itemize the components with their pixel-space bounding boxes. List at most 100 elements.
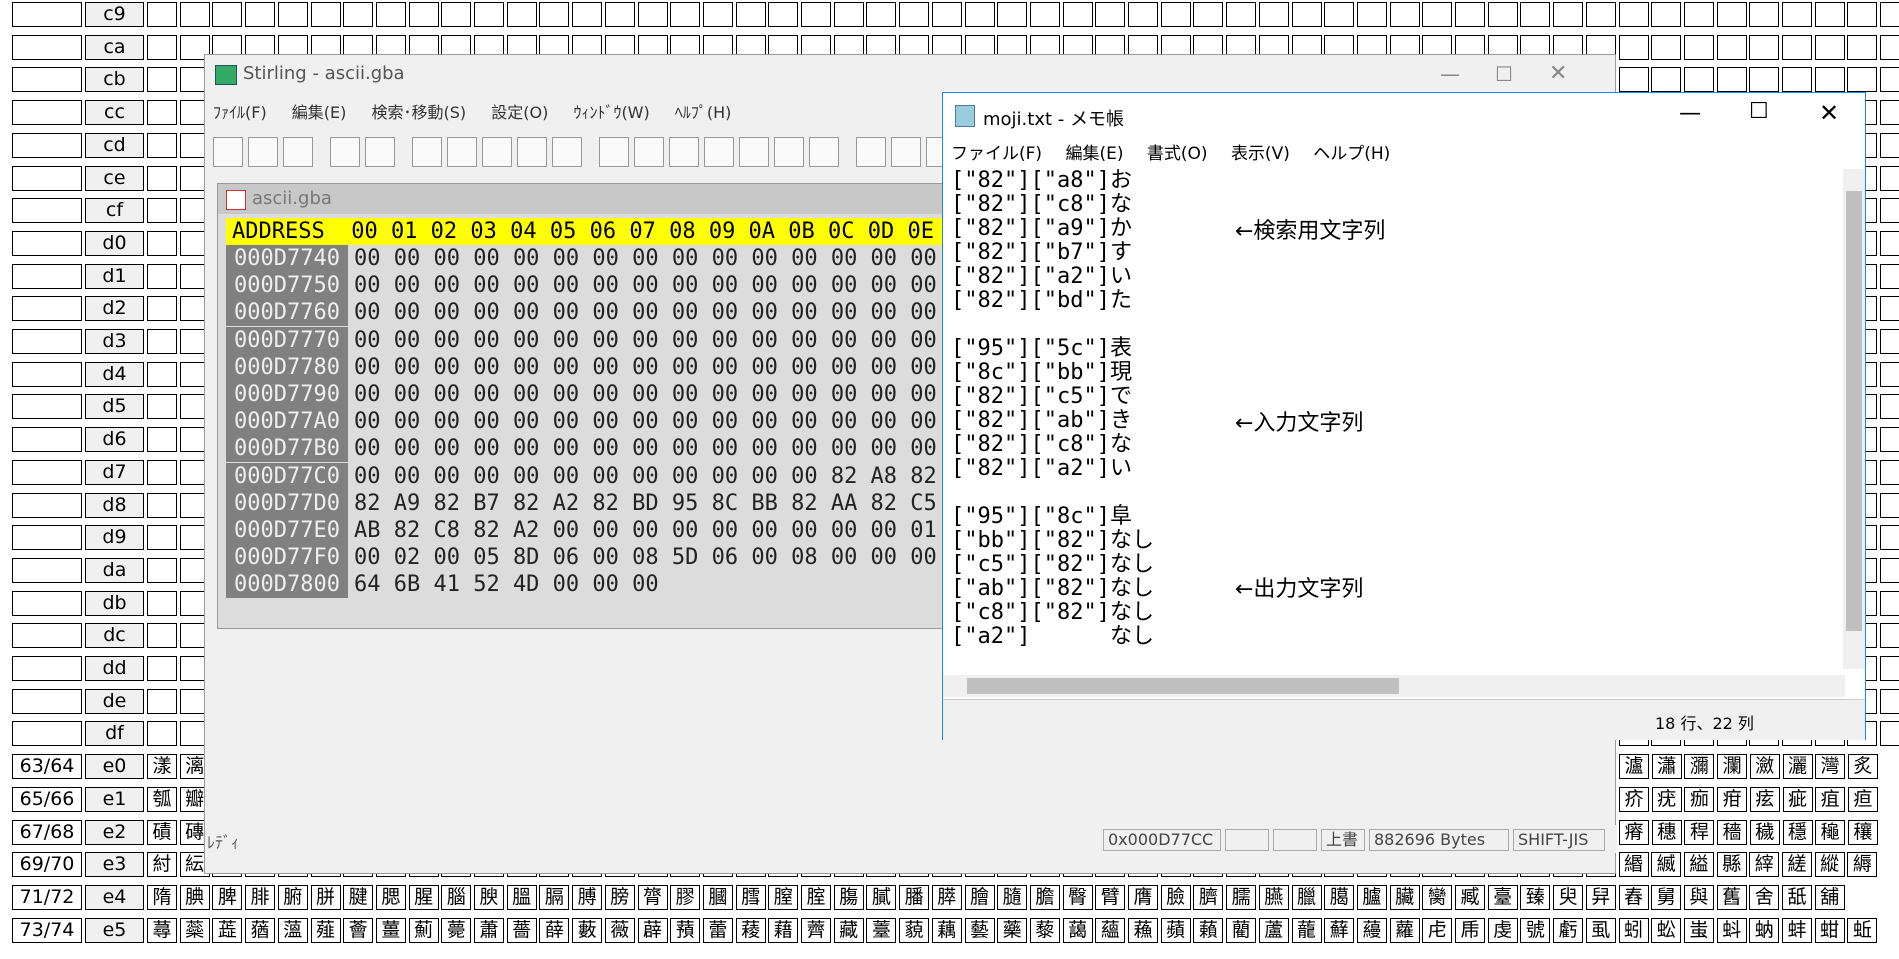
menu-window[interactable]: ｳｨﾝﾄﾞｳ(W) bbox=[573, 103, 649, 122]
redo-icon[interactable] bbox=[365, 137, 395, 167]
kanji-cell: 胼 bbox=[310, 884, 341, 910]
row-code-cell: dc bbox=[85, 623, 144, 649]
np-menu-file[interactable]: ファイル(F) bbox=[951, 144, 1042, 164]
jump-down-icon[interactable] bbox=[891, 137, 921, 167]
hex-bytes[interactable]: 00 00 00 00 00 00 00 00 00 00 00 00 00 0… bbox=[354, 408, 977, 435]
kanji-cell: 號 bbox=[1520, 917, 1551, 943]
delete-icon[interactable] bbox=[517, 137, 547, 167]
np-menu-help[interactable]: ヘルプ(H) bbox=[1313, 144, 1390, 164]
hex-bytes[interactable]: 00 02 00 05 8D 06 00 08 5D 06 00 08 00 0… bbox=[354, 544, 977, 571]
np-menu-view[interactable]: 表示(V) bbox=[1231, 144, 1290, 164]
kanji-cell bbox=[1880, 557, 1899, 583]
hex-bytes[interactable]: 64 6B 41 52 4D 00 00 00 bbox=[354, 571, 659, 598]
kanji-cell: 臘 bbox=[1291, 884, 1322, 910]
undo-icon[interactable] bbox=[330, 137, 360, 167]
find-up-icon[interactable] bbox=[704, 137, 734, 167]
copy-icon[interactable] bbox=[447, 137, 477, 167]
kanji-cell: 腦 bbox=[441, 884, 472, 910]
kanji-cell bbox=[1455, 2, 1485, 27]
hex-bytes[interactable]: 00 00 00 00 00 00 00 00 00 00 00 00 00 0… bbox=[354, 435, 977, 462]
row-range-cell: 67/68 bbox=[12, 819, 82, 845]
menu-help[interactable]: ﾍﾙﾌﾟ(H) bbox=[675, 103, 732, 122]
kanji-cell bbox=[179, 2, 210, 27]
kanji-cell: 腓 bbox=[245, 884, 276, 910]
row-code-cell: dd bbox=[85, 656, 144, 681]
hex-bytes[interactable]: 00 00 00 00 00 00 00 00 00 00 00 00 00 0… bbox=[354, 272, 977, 299]
kanji-cell: 蕷 bbox=[670, 917, 701, 943]
kanji-cell bbox=[866, 2, 897, 27]
menu-file[interactable]: ﾌｧｲﾙ(F) bbox=[213, 103, 267, 122]
maximize-icon[interactable]: ☐ bbox=[1495, 55, 1513, 93]
row-code-cell: e2 bbox=[85, 819, 144, 845]
kanji-cell bbox=[1683, 2, 1714, 27]
np-menu-edit[interactable]: 編集(E) bbox=[1065, 144, 1123, 164]
hscroll-thumb[interactable] bbox=[967, 678, 1399, 694]
menu-edit[interactable]: 編集(E) bbox=[292, 103, 347, 122]
hex-bytes[interactable]: 00 00 00 00 00 00 00 00 00 00 00 00 00 0… bbox=[354, 354, 977, 381]
kanji-cell: 膵 bbox=[931, 884, 962, 910]
kanji-cell bbox=[147, 296, 177, 322]
stirling-title: Stirling - ascii.gba bbox=[243, 63, 405, 84]
find-icon[interactable] bbox=[599, 137, 629, 167]
hex-address: 000D7750 bbox=[226, 272, 348, 300]
cut-icon[interactable] bbox=[412, 137, 442, 167]
hex-bytes[interactable]: 00 00 00 00 00 00 00 00 00 00 00 00 00 0… bbox=[354, 299, 977, 326]
new-file-icon[interactable] bbox=[213, 137, 243, 167]
kanji-cell: 灑 bbox=[1782, 754, 1813, 780]
kanji-cell bbox=[1880, 34, 1899, 60]
kanji-cell bbox=[1782, 2, 1812, 27]
menu-search[interactable]: 検索･移動(S) bbox=[372, 103, 467, 122]
row-code-cell: cd bbox=[85, 132, 144, 158]
kanji-cell: 疸 bbox=[1847, 786, 1878, 812]
kanji-cell: 膂 bbox=[637, 884, 668, 910]
notepad-window[interactable]: moji.txt - メモ帳 — ☐ ✕ ファイル(F) 編集(E) 書式(O)… bbox=[942, 92, 1866, 740]
vscroll-thumb[interactable] bbox=[1846, 191, 1862, 631]
row-range-cell bbox=[12, 132, 82, 158]
find-down-icon[interactable] bbox=[669, 137, 699, 167]
row-range-cell: 73/74 bbox=[12, 917, 82, 943]
compare-icon[interactable] bbox=[774, 137, 804, 167]
kanji-cell: 膤 bbox=[735, 884, 766, 910]
hex-bytes[interactable]: 00 00 00 00 00 00 00 00 00 00 00 00 00 0… bbox=[354, 245, 977, 272]
notepad-text-area[interactable]: ["82"]["a8"]お ["82"]["c8"]な ["82"]["a9"]か[… bbox=[951, 169, 1831, 649]
np-menu-format[interactable]: 書式(O) bbox=[1147, 144, 1208, 164]
kanji-cell bbox=[1258, 2, 1289, 27]
kanji-cell: 瓠 bbox=[147, 786, 177, 812]
kanji-cell bbox=[801, 2, 831, 27]
menu-settings[interactable]: 設定(O) bbox=[491, 103, 548, 122]
np-maximize-icon[interactable]: ☐ bbox=[1749, 99, 1769, 124]
close-icon[interactable]: ✕ bbox=[1549, 55, 1567, 93]
open-file-icon[interactable] bbox=[248, 137, 278, 167]
kanji-cell: 薔 bbox=[506, 917, 537, 943]
find-next-icon[interactable] bbox=[634, 137, 664, 167]
hex-bytes[interactable]: AB 82 C8 82 A2 00 00 00 00 00 00 00 00 0… bbox=[354, 517, 977, 544]
kanji-cell: 虧 bbox=[1553, 917, 1584, 943]
replace-icon[interactable] bbox=[739, 137, 769, 167]
kanji-cell bbox=[1716, 67, 1747, 93]
kanji-cell bbox=[147, 557, 177, 583]
list-icon[interactable] bbox=[552, 137, 582, 167]
save-icon[interactable] bbox=[283, 137, 313, 167]
hex-bytes[interactable]: 00 00 00 00 00 00 00 00 00 00 00 00 00 0… bbox=[354, 381, 977, 408]
notepad-titlebar[interactable]: moji.txt - メモ帳 — ☐ ✕ bbox=[943, 93, 1865, 139]
text-line: ["c5"]["82"]なし bbox=[951, 552, 1154, 577]
np-close-icon[interactable]: ✕ bbox=[1819, 99, 1839, 127]
minimize-icon[interactable]: — bbox=[1440, 55, 1460, 93]
vertical-scrollbar[interactable] bbox=[1843, 169, 1865, 669]
horizontal-scrollbar[interactable] bbox=[943, 675, 1845, 697]
text-line: ["bb"]["82"]なし bbox=[951, 528, 1154, 553]
kanji-cell bbox=[833, 2, 864, 27]
kanji-cell: 膈 bbox=[539, 884, 570, 910]
kanji-cell: 蚶 bbox=[1814, 917, 1845, 943]
jump-start-icon[interactable] bbox=[856, 137, 886, 167]
np-minimize-icon[interactable]: — bbox=[1679, 101, 1701, 126]
text-line: ["8c"]["bb"]現 bbox=[951, 360, 1132, 385]
stirling-titlebar[interactable]: Stirling - ascii.gba — ☐ ✕ bbox=[205, 55, 1615, 93]
kanji-cell: 蘋 bbox=[1160, 917, 1191, 943]
bookmark-icon[interactable] bbox=[809, 137, 839, 167]
stirling-app-icon bbox=[215, 65, 237, 85]
hex-bytes[interactable]: 00 00 00 00 00 00 00 00 00 00 00 00 00 0… bbox=[354, 327, 977, 354]
paste-icon[interactable] bbox=[482, 137, 512, 167]
kanji-cell bbox=[702, 2, 733, 27]
kanji-cell: 疣 bbox=[1651, 786, 1682, 812]
